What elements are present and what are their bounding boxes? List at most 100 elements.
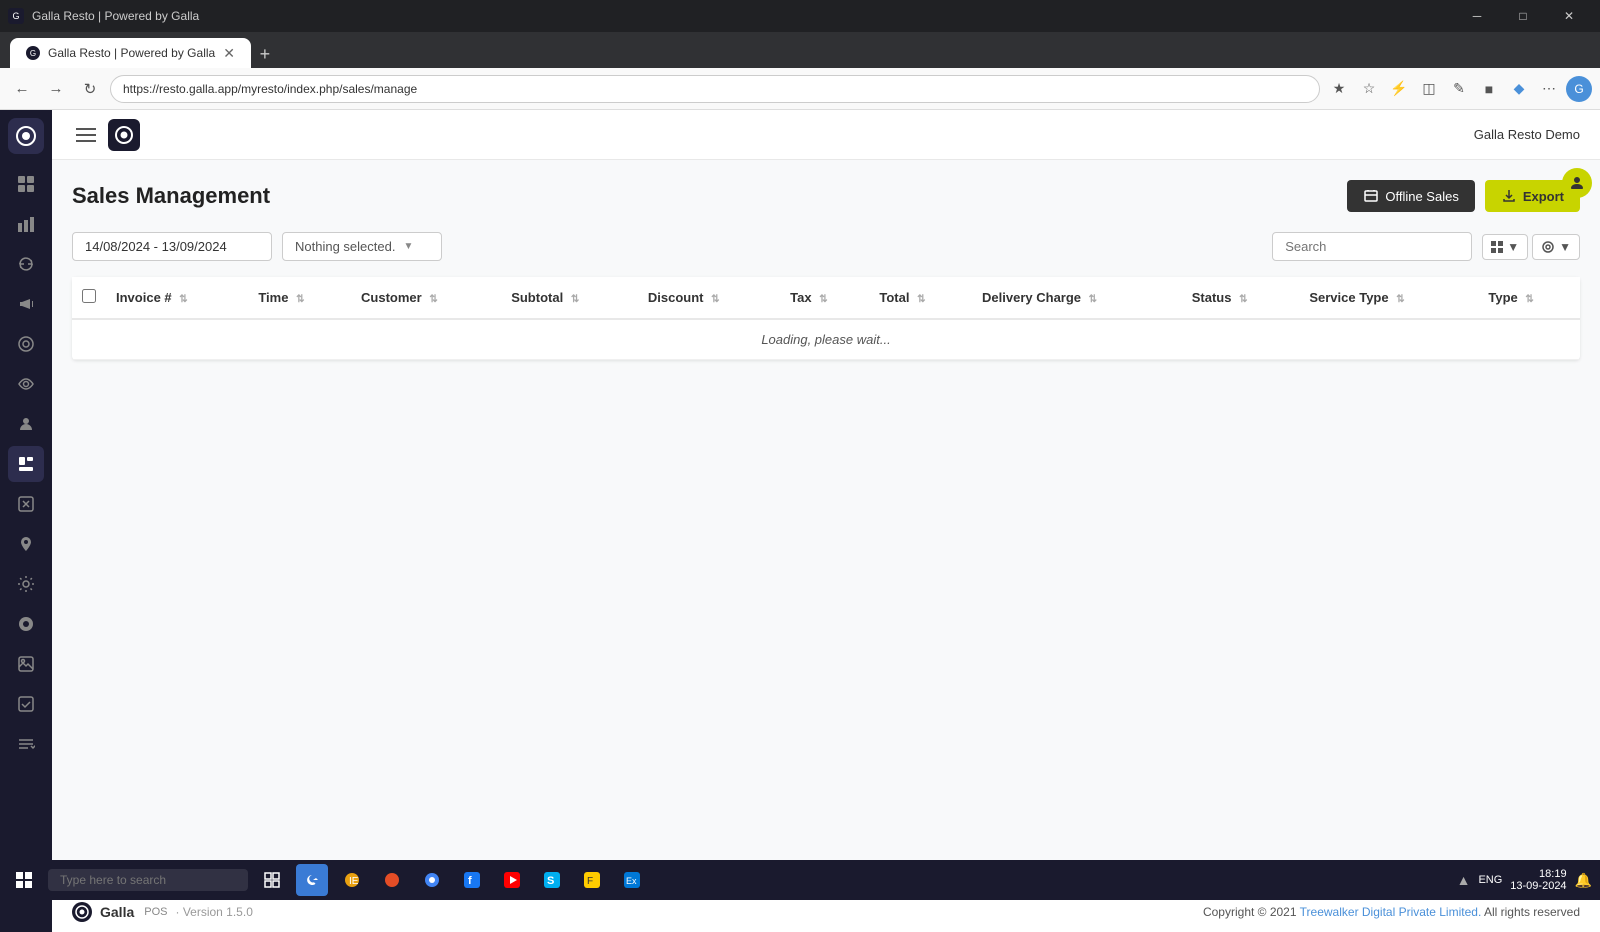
maximize-button[interactable]: □ [1500,0,1546,32]
page-content: Sales Management Offline Sales Export [52,160,1600,891]
taskbar-notification-bell[interactable]: 🔔 [1575,872,1592,889]
sidebar-item-reports[interactable] [8,326,44,362]
extensions-icon[interactable]: ★ [1326,76,1352,102]
more-icon[interactable]: ⋯ [1536,76,1562,102]
taskbar-search[interactable] [48,869,248,891]
split-icon[interactable]: ◫ [1416,76,1442,102]
col-total[interactable]: Total ⇅ [869,277,972,319]
sort-delivery-icon: ⇅ [1089,294,1097,305]
sort-subtotal-icon: ⇅ [571,294,579,305]
sidebar-item-media[interactable] [8,646,44,682]
export-label: Export [1523,189,1564,204]
page-title: Sales Management [72,183,270,209]
grid-view-button[interactable]: ▼ [1482,234,1528,260]
svg-text:IE: IE [349,876,359,887]
sidebar-item-settings[interactable] [8,566,44,602]
win-title: Galla Resto | Powered by Galla [32,9,1454,23]
address-bar[interactable]: https://resto.galla.app/myresto/index.ph… [110,75,1320,103]
select-all-header [72,277,106,319]
sort-type-icon: ⇅ [1525,294,1533,305]
col-customer[interactable]: Customer ⇅ [351,277,501,319]
taskbar-icon3[interactable] [416,864,448,896]
sidebar-item-checklist2[interactable] [8,726,44,762]
url-text: https://resto.galla.app/myresto/index.ph… [123,82,417,96]
filter-columns-button[interactable]: ▼ [1532,234,1580,260]
active-tab[interactable]: G Galla Resto | Powered by Galla ✕ [10,38,251,68]
sort-total-icon: ⇅ [917,294,925,305]
taskbar-notification-icon[interactable]: ▲ [1457,872,1471,888]
win-icon: G [8,8,24,24]
sidebar-item-promotions[interactable] [8,486,44,522]
taskbar-edge[interactable] [296,864,328,896]
taskbar-clock: 18:19 13-09-2024 [1510,868,1566,892]
taskbar-icon2[interactable] [376,864,408,896]
col-status[interactable]: Status ⇅ [1182,277,1300,319]
bookmark-icon[interactable]: ☆ [1356,76,1382,102]
col-invoice[interactable]: Invoice # ⇅ [106,277,248,319]
close-button[interactable]: ✕ [1546,0,1592,32]
taskbar-icon8[interactable]: Ex [616,864,648,896]
browser-extensions-icon[interactable]: ⚡ [1386,76,1412,102]
taskbar-icon4[interactable]: f [456,864,488,896]
tab-close-button[interactable]: ✕ [223,45,235,62]
sidebar-item-visibility[interactable] [8,366,44,402]
table-header: Invoice # ⇅ Time ⇅ Customer ⇅ [72,277,1580,319]
sort-tax-icon: ⇅ [819,294,827,305]
sidebar-item-users[interactable] [8,406,44,442]
sidebar-item-locations[interactable] [8,526,44,562]
search-input[interactable] [1272,232,1472,261]
page-actions: Offline Sales Export [1347,180,1580,212]
filter-columns-arrow: ▼ [1559,240,1571,254]
taskbar-date: 13-09-2024 [1510,880,1566,892]
favorites-icon[interactable]: ✎ [1446,76,1472,102]
collections-icon[interactable]: ■ [1476,76,1502,102]
col-time[interactable]: Time ⇅ [248,277,351,319]
col-subtotal[interactable]: Subtotal ⇅ [501,277,638,319]
col-tax[interactable]: Tax ⇅ [780,277,869,319]
footer-copyright: Copyright © 2021 Treewalker Digital Priv… [1203,905,1580,919]
sidebar-item-sales[interactable] [8,446,44,482]
forward-button[interactable]: → [42,75,70,103]
sidebar-item-dashboard[interactable] [8,166,44,202]
new-tab-button[interactable]: + [251,40,279,68]
hamburger-menu[interactable] [72,121,100,149]
col-type[interactable]: Type ⇅ [1478,277,1580,319]
taskbar-icon1[interactable]: IE [336,864,368,896]
tab-label: Galla Resto | Powered by Galla [48,46,215,60]
copyright-text: Copyright © 2021 [1203,905,1297,919]
taskbar-icon6[interactable]: S [536,864,568,896]
app-name: Galla Resto Demo [1474,127,1580,142]
sidebar-item-integrations[interactable] [8,606,44,642]
sales-table: Invoice # ⇅ Time ⇅ Customer ⇅ [72,277,1580,360]
profile-avatar[interactable]: G [1566,76,1592,102]
main-content: Galla Resto Demo Sales Management Offlin… [52,110,1600,932]
footer-logo-icon [72,902,92,922]
sidebar-logo[interactable] [8,118,44,154]
sidebar-item-sync[interactable] [8,246,44,282]
taskbar-task-view[interactable] [256,864,288,896]
filter-dropdown[interactable]: Nothing selected. ▼ [282,232,442,261]
minimize-button[interactable]: ─ [1454,0,1500,32]
sidebar-item-analytics[interactable] [8,206,44,242]
sidebar-item-checklist1[interactable] [8,686,44,722]
back-button[interactable]: ← [8,75,36,103]
offline-sales-button[interactable]: Offline Sales [1347,180,1474,212]
footer-galla-text: Galla [100,904,134,920]
svg-text:Ex: Ex [626,876,637,886]
sidebar [0,110,52,932]
sort-customer-icon: ⇅ [429,294,437,305]
copilot-icon[interactable]: ◆ [1506,76,1532,102]
col-delivery-charge[interactable]: Delivery Charge ⇅ [972,277,1182,319]
reload-button[interactable]: ↻ [76,75,104,103]
taskbar-icon7[interactable]: F [576,864,608,896]
company-link[interactable]: Treewalker Digital Private Limited. [1300,905,1482,919]
date-range-input[interactable] [72,232,272,261]
svg-text:F: F [587,876,593,887]
col-discount[interactable]: Discount ⇅ [638,277,780,319]
start-button[interactable] [8,864,40,896]
export-avatar-badge [1562,168,1592,198]
col-service-type[interactable]: Service Type ⇅ [1299,277,1478,319]
select-all-checkbox[interactable] [82,289,96,303]
sidebar-item-marketing[interactable] [8,286,44,322]
taskbar-icon5[interactable] [496,864,528,896]
